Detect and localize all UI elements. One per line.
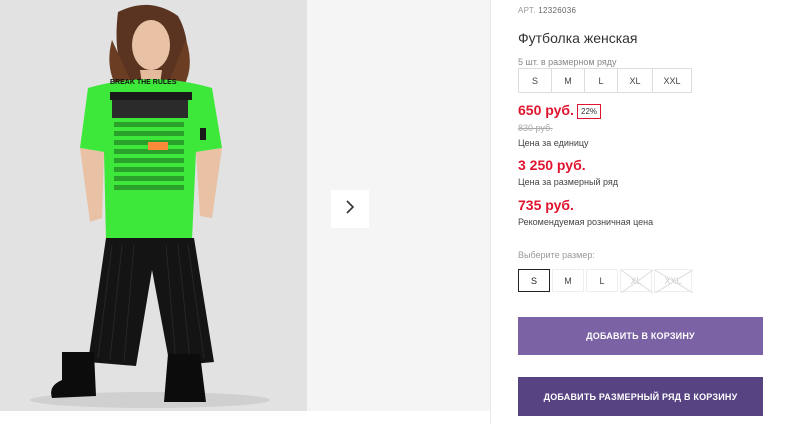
size-option-l[interactable]: L: [586, 269, 618, 292]
pack-price: 3 250 руб.: [518, 157, 586, 173]
add-pack-to-cart-button[interactable]: ДОБАВИТЬ РАЗМЕРНЫЙ РЯД В КОРЗИНУ: [518, 377, 763, 416]
size-option-label: M: [564, 275, 572, 286]
unavailable-cross-icon: [621, 270, 653, 293]
product-photo: BREAK THE RULES: [0, 0, 307, 411]
unavailable-cross-icon: [655, 270, 693, 293]
sku-value: 12326036: [538, 6, 577, 15]
unit-price-caption: Цена за единицу: [518, 138, 589, 148]
gallery-next-button[interactable]: [331, 190, 369, 228]
panel-divider: [490, 0, 491, 424]
size-option-label: S: [530, 275, 537, 286]
pack-size-xl: XL: [617, 68, 653, 93]
discount-badge: 22%: [577, 104, 602, 119]
pack-size-s: S: [518, 68, 552, 93]
pack-price-caption: Цена за размерный ряд: [518, 177, 619, 187]
pack-note: 5 шт. в размерном ряду: [518, 57, 617, 67]
unit-price: 650 руб.: [518, 102, 574, 118]
size-option-s[interactable]: S: [518, 269, 550, 292]
size-picker: S M L XL XXL: [518, 269, 694, 293]
size-option-m[interactable]: M: [552, 269, 584, 292]
size-option-label: L: [599, 275, 605, 286]
retail-price-caption: Рекомендуемая розничная цена: [518, 217, 654, 227]
sku: АРТ. 12326036: [518, 6, 576, 15]
pack-size-xxl: XXL: [652, 68, 692, 93]
retail-price: 735 руб.: [518, 197, 574, 213]
size-option-xl: XL: [620, 269, 653, 293]
pack-size-l: L: [584, 68, 618, 93]
old-price: 830 руб.: [518, 123, 553, 133]
pack-size-m: M: [551, 68, 585, 93]
product-title: Футболка женская: [518, 30, 638, 46]
size-picker-label: Выберите размер:: [518, 250, 595, 260]
add-to-cart-button[interactable]: ДОБАВИТЬ В КОРЗИНУ: [518, 317, 763, 355]
sku-label: АРТ.: [518, 6, 536, 15]
pack-sizes: S M L XL XXL: [518, 68, 692, 93]
shirt-print-text: BREAK THE RULES: [110, 79, 177, 86]
chevron-right-icon: [344, 199, 356, 220]
size-option-xxl: XXL: [654, 269, 693, 293]
model-illustration: [0, 0, 307, 411]
